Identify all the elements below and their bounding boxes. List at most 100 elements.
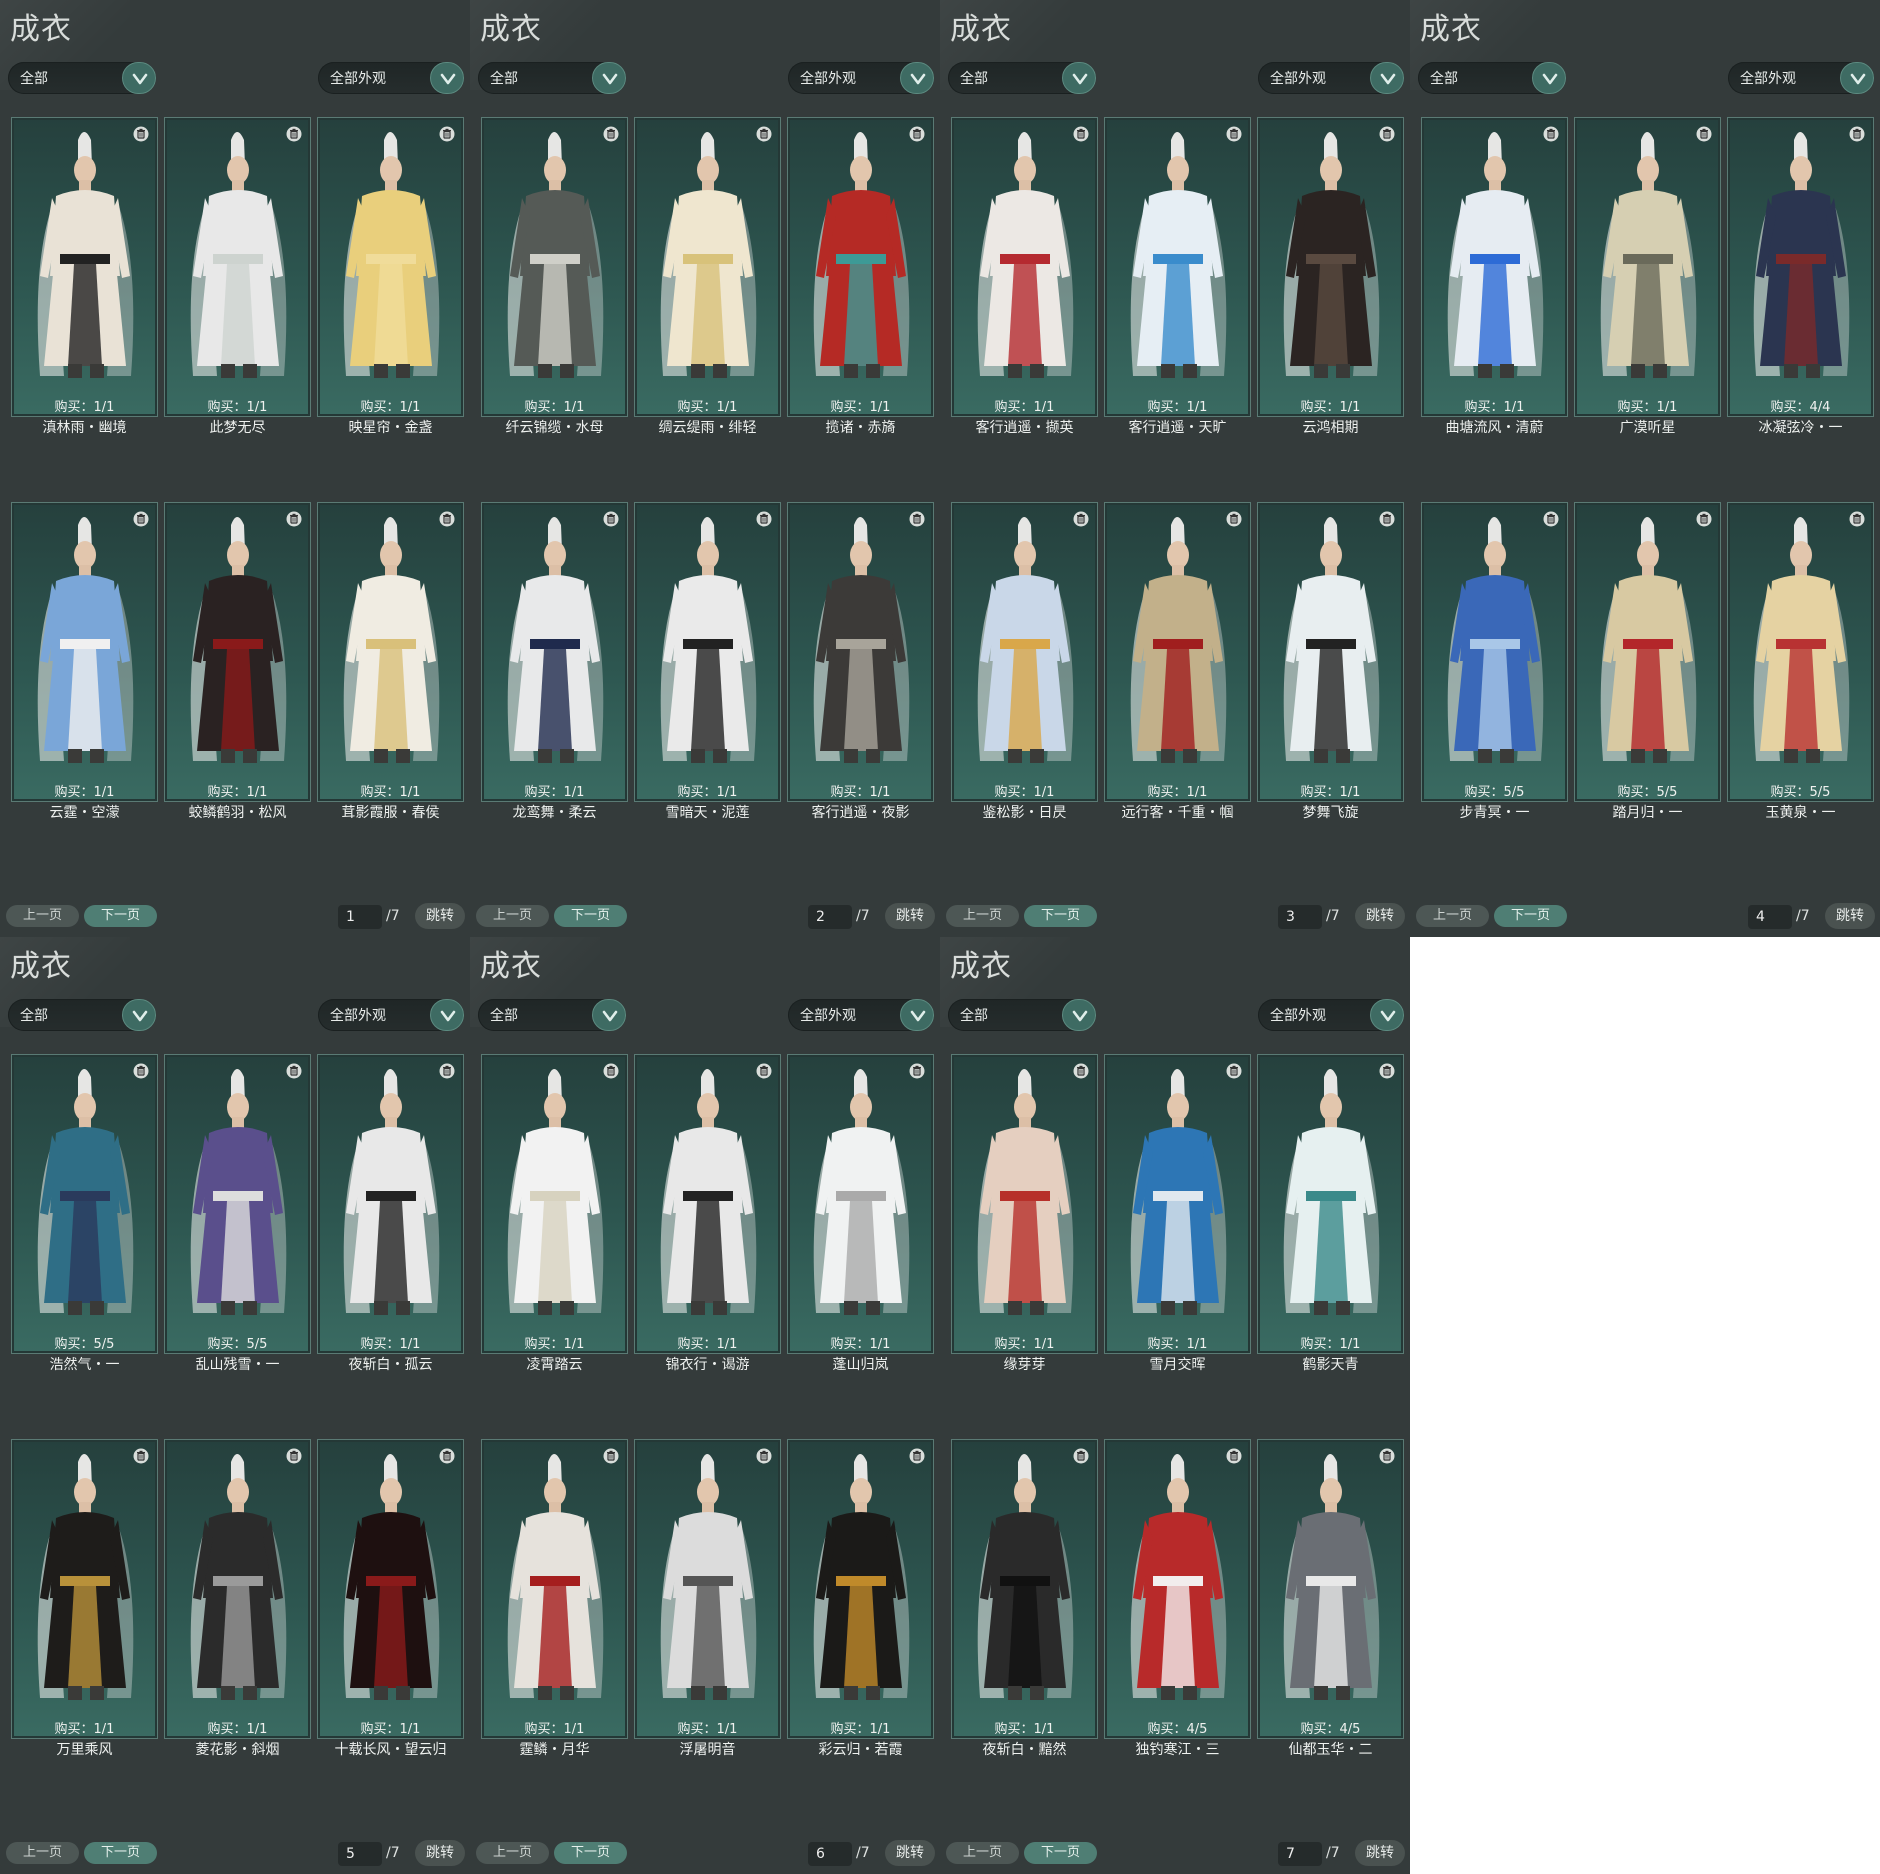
jump-button[interactable]: 跳转 xyxy=(1825,903,1875,929)
trash-icon[interactable] xyxy=(1849,511,1865,527)
next-page-button[interactable]: 下一页 xyxy=(1024,905,1097,927)
outfit-card[interactable]: 购买：1/1 xyxy=(951,502,1098,802)
trash-icon[interactable] xyxy=(439,126,455,142)
trash-icon[interactable] xyxy=(756,1063,772,1079)
trash-icon[interactable] xyxy=(1379,1063,1395,1079)
trash-icon[interactable] xyxy=(286,126,302,142)
dropdown-toggle-button[interactable] xyxy=(1370,999,1404,1031)
prev-page-button[interactable]: 上一页 xyxy=(1416,905,1489,927)
outfit-card[interactable]: 购买：1/1 xyxy=(11,1439,158,1739)
next-page-button[interactable]: 下一页 xyxy=(554,905,627,927)
trash-icon[interactable] xyxy=(1073,1448,1089,1464)
trash-icon[interactable] xyxy=(1226,1063,1242,1079)
category-filter-dropdown[interactable]: 全部 xyxy=(478,999,626,1031)
category-filter-dropdown[interactable]: 全部 xyxy=(948,62,1096,94)
next-page-button[interactable]: 下一页 xyxy=(1494,905,1567,927)
outfit-card[interactable]: 购买：1/1 xyxy=(1257,1054,1404,1354)
jump-button[interactable]: 跳转 xyxy=(1355,903,1405,929)
trash-icon[interactable] xyxy=(756,1448,772,1464)
dropdown-toggle-button[interactable] xyxy=(1062,62,1096,94)
dropdown-toggle-button[interactable] xyxy=(1370,62,1404,94)
outfit-card[interactable]: 购买：1/1 xyxy=(11,502,158,802)
jump-button[interactable]: 跳转 xyxy=(415,1840,465,1866)
trash-icon[interactable] xyxy=(439,511,455,527)
appearance-filter-dropdown[interactable]: 全部外观 xyxy=(1258,999,1404,1031)
page-number-input[interactable]: 1 xyxy=(338,905,382,929)
jump-button[interactable]: 跳转 xyxy=(885,903,935,929)
outfit-card[interactable]: 购买：1/1 xyxy=(481,117,628,417)
trash-icon[interactable] xyxy=(756,126,772,142)
trash-icon[interactable] xyxy=(603,1063,619,1079)
outfit-card[interactable]: 购买：1/1 xyxy=(164,117,311,417)
outfit-card[interactable]: 购买：1/1 xyxy=(951,1054,1098,1354)
category-filter-dropdown[interactable]: 全部 xyxy=(1418,62,1566,94)
outfit-card[interactable]: 购买：1/1 xyxy=(317,1054,464,1354)
dropdown-toggle-button[interactable] xyxy=(1532,62,1566,94)
trash-icon[interactable] xyxy=(1543,126,1559,142)
trash-icon[interactable] xyxy=(909,1448,925,1464)
prev-page-button[interactable]: 上一页 xyxy=(476,1842,549,1864)
jump-button[interactable]: 跳转 xyxy=(1355,1840,1405,1866)
page-number-input[interactable]: 4 xyxy=(1748,905,1792,929)
outfit-card[interactable]: 购买：1/1 xyxy=(1574,117,1721,417)
dropdown-toggle-button[interactable] xyxy=(1062,999,1096,1031)
trash-icon[interactable] xyxy=(603,511,619,527)
outfit-card[interactable]: 购买：1/1 xyxy=(951,1439,1098,1739)
trash-icon[interactable] xyxy=(603,126,619,142)
trash-icon[interactable] xyxy=(286,1063,302,1079)
trash-icon[interactable] xyxy=(133,511,149,527)
outfit-card[interactable]: 购买：1/1 xyxy=(317,502,464,802)
next-page-button[interactable]: 下一页 xyxy=(84,905,157,927)
outfit-card[interactable]: 购买：1/1 xyxy=(1257,502,1404,802)
trash-icon[interactable] xyxy=(1226,126,1242,142)
trash-icon[interactable] xyxy=(1543,511,1559,527)
trash-icon[interactable] xyxy=(1073,126,1089,142)
appearance-filter-dropdown[interactable]: 全部外观 xyxy=(318,999,464,1031)
outfit-card[interactable]: 购买：4/4 xyxy=(1727,117,1874,417)
outfit-card[interactable]: 购买：1/1 xyxy=(317,117,464,417)
outfit-card[interactable]: 购买：5/5 xyxy=(164,1054,311,1354)
trash-icon[interactable] xyxy=(286,511,302,527)
dropdown-toggle-button[interactable] xyxy=(1840,62,1874,94)
category-filter-dropdown[interactable]: 全部 xyxy=(8,999,156,1031)
next-page-button[interactable]: 下一页 xyxy=(554,1842,627,1864)
prev-page-button[interactable]: 上一页 xyxy=(476,905,549,927)
appearance-filter-dropdown[interactable]: 全部外观 xyxy=(788,999,934,1031)
outfit-card[interactable]: 购买：1/1 xyxy=(1104,117,1251,417)
outfit-card[interactable]: 购买：1/1 xyxy=(634,117,781,417)
dropdown-toggle-button[interactable] xyxy=(430,62,464,94)
trash-icon[interactable] xyxy=(909,511,925,527)
trash-icon[interactable] xyxy=(439,1448,455,1464)
outfit-card[interactable]: 购买：1/1 xyxy=(481,502,628,802)
prev-page-button[interactable]: 上一页 xyxy=(6,905,79,927)
trash-icon[interactable] xyxy=(1379,1448,1395,1464)
appearance-filter-dropdown[interactable]: 全部外观 xyxy=(1728,62,1874,94)
trash-icon[interactable] xyxy=(603,1448,619,1464)
outfit-card[interactable]: 购买：5/5 xyxy=(11,1054,158,1354)
appearance-filter-dropdown[interactable]: 全部外观 xyxy=(1258,62,1404,94)
outfit-card[interactable]: 购买：1/1 xyxy=(634,1439,781,1739)
prev-page-button[interactable]: 上一页 xyxy=(946,905,1019,927)
appearance-filter-dropdown[interactable]: 全部外观 xyxy=(788,62,934,94)
outfit-card[interactable]: 购买：5/5 xyxy=(1574,502,1721,802)
prev-page-button[interactable]: 上一页 xyxy=(946,1842,1019,1864)
outfit-card[interactable]: 购买：1/1 xyxy=(1257,117,1404,417)
trash-icon[interactable] xyxy=(286,1448,302,1464)
appearance-filter-dropdown[interactable]: 全部外观 xyxy=(318,62,464,94)
jump-button[interactable]: 跳转 xyxy=(415,903,465,929)
page-number-input[interactable]: 2 xyxy=(808,905,852,929)
trash-icon[interactable] xyxy=(1849,126,1865,142)
dropdown-toggle-button[interactable] xyxy=(430,999,464,1031)
outfit-card[interactable]: 购买：1/1 xyxy=(1104,1054,1251,1354)
category-filter-dropdown[interactable]: 全部 xyxy=(948,999,1096,1031)
trash-icon[interactable] xyxy=(133,1063,149,1079)
outfit-card[interactable]: 购买：4/5 xyxy=(1257,1439,1404,1739)
next-page-button[interactable]: 下一页 xyxy=(84,1842,157,1864)
outfit-card[interactable]: 购买：1/1 xyxy=(481,1054,628,1354)
trash-icon[interactable] xyxy=(1379,126,1395,142)
dropdown-toggle-button[interactable] xyxy=(592,999,626,1031)
trash-icon[interactable] xyxy=(133,126,149,142)
dropdown-toggle-button[interactable] xyxy=(900,62,934,94)
outfit-card[interactable]: 购买：1/1 xyxy=(164,1439,311,1739)
trash-icon[interactable] xyxy=(1226,1448,1242,1464)
